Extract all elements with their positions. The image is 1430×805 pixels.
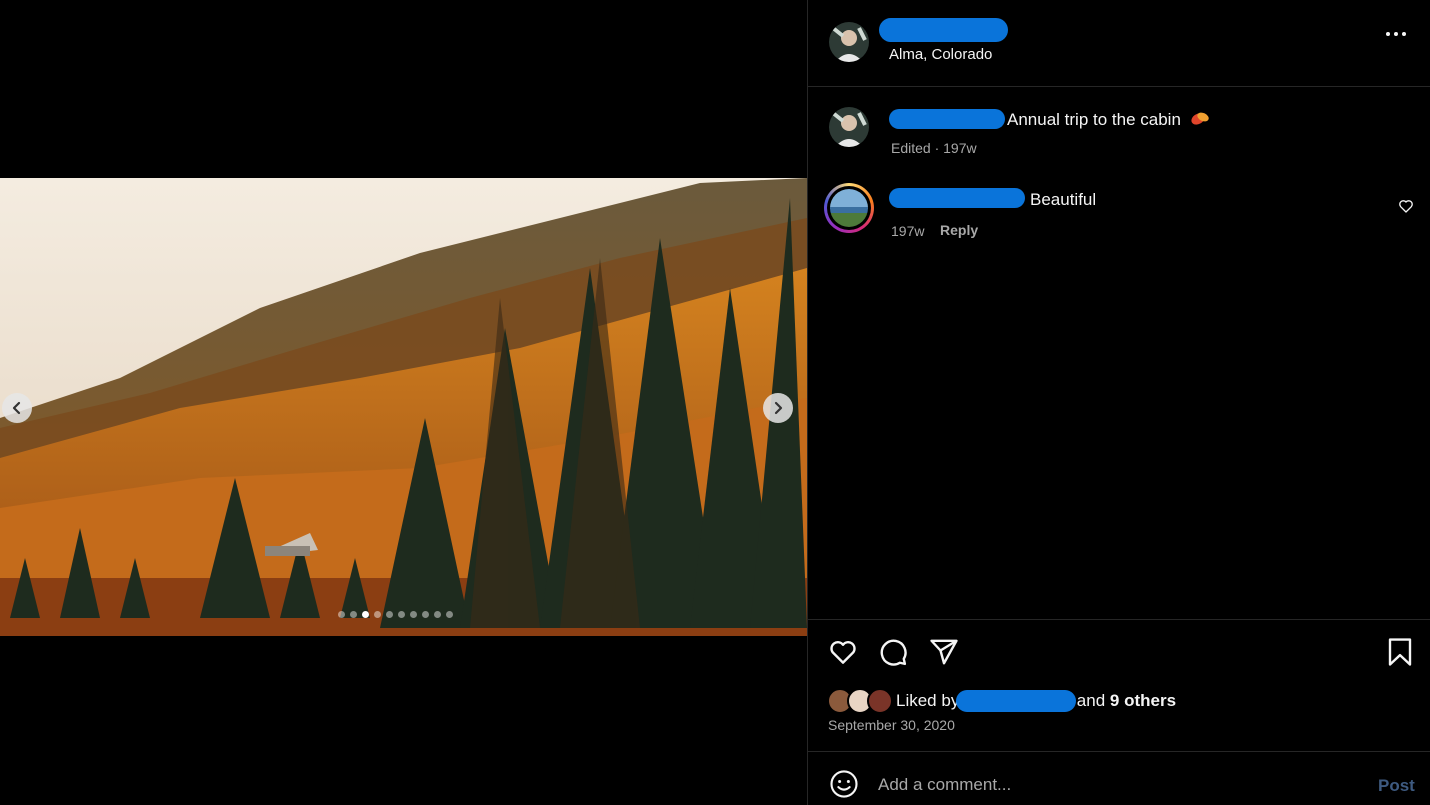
carousel-dot	[350, 611, 357, 618]
post-photo[interactable]	[0, 178, 807, 636]
previous-photo-button[interactable]	[2, 393, 32, 423]
like-heart-icon[interactable]	[828, 637, 858, 667]
autumn-forest-image	[0, 178, 807, 636]
carousel-indicator	[338, 611, 453, 618]
caption-text: Annual trip to the cabin	[1007, 109, 1210, 132]
caption-body: Annual trip to the cabin	[1007, 109, 1181, 129]
commenter-avatar[interactable]	[824, 183, 874, 233]
redacted-username[interactable]	[879, 18, 1008, 42]
caption-author-avatar[interactable]	[829, 107, 869, 147]
composer-divider	[808, 751, 1430, 752]
redacted-caption-username[interactable]	[889, 109, 1005, 129]
post-date[interactable]: September 30, 2020	[828, 717, 955, 733]
liker-avatar[interactable]	[867, 688, 893, 714]
carousel-dot	[398, 611, 405, 618]
carousel-dot	[386, 611, 393, 618]
likes-others-link[interactable]: 9 others	[1110, 691, 1176, 710]
more-dot	[1402, 32, 1406, 36]
chevron-left-icon	[12, 401, 21, 415]
caption-meta: Edited · 197w	[891, 140, 977, 156]
post-location[interactable]: Alma, Colorado	[889, 46, 992, 63]
post-details-panel: Alma, Colorado Annual trip to the cabin …	[807, 0, 1430, 805]
post-header: Alma, Colorado	[808, 0, 1430, 87]
more-options-button[interactable]	[1386, 32, 1406, 36]
comment-age: 197w	[891, 223, 925, 239]
post-comment-button[interactable]: Post	[1378, 776, 1415, 796]
redacted-commenter-username[interactable]	[889, 188, 1025, 208]
author-avatar[interactable]	[829, 22, 869, 62]
redacted-liker-username[interactable]	[956, 690, 1076, 712]
next-photo-button[interactable]	[763, 393, 793, 423]
chevron-right-icon	[774, 401, 783, 415]
liked-and-label: and	[1076, 691, 1106, 710]
add-comment-input[interactable]	[878, 772, 1348, 798]
carousel-dot	[446, 611, 453, 618]
emoji-picker-icon[interactable]	[829, 769, 859, 799]
carousel-dot	[338, 611, 345, 618]
more-dot	[1394, 32, 1398, 36]
leaves-emoji-icon	[1190, 109, 1210, 132]
carousel-dot	[374, 611, 381, 618]
save-bookmark-icon[interactable]	[1386, 637, 1414, 667]
comment-bubble-icon[interactable]	[878, 637, 908, 667]
reply-button[interactable]: Reply	[940, 222, 978, 238]
liked-by-label: Liked by	[896, 691, 960, 710]
comment-text: Beautiful	[1030, 190, 1097, 209]
carousel-dot	[422, 611, 429, 618]
carousel-dot	[434, 611, 441, 618]
carousel-dot	[410, 611, 417, 618]
carousel-dot	[362, 611, 369, 618]
comment-like-heart-icon[interactable]	[1398, 198, 1414, 214]
actions-divider	[808, 619, 1430, 620]
post-media	[0, 0, 807, 805]
more-dot	[1386, 32, 1390, 36]
share-paper-plane-icon[interactable]	[929, 637, 959, 667]
